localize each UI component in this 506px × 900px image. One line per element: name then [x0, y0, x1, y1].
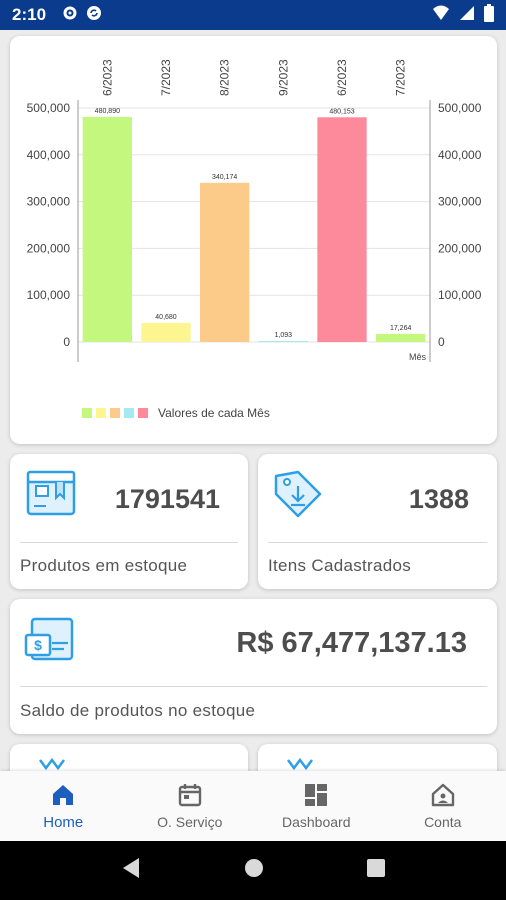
- legend-swatch: [138, 408, 148, 418]
- tag-icon: [270, 468, 326, 520]
- y-tick-label-right: 100,000: [438, 288, 482, 302]
- bar-value-label: 17,264: [390, 325, 412, 332]
- account-icon: [430, 782, 456, 808]
- box-icon: [22, 468, 78, 520]
- x-axis-label: Mês: [409, 352, 427, 362]
- bar-chart: 0 0 100,000 100,000 200,000 200,000 300,000 300…: [27, 59, 482, 362]
- y-tick-label-right: 500,000: [438, 101, 482, 115]
- legend-swatch: [124, 408, 134, 418]
- divider: [20, 686, 487, 687]
- divider: [20, 542, 238, 543]
- balance-value: R$ 67,477,137.13: [236, 627, 467, 659]
- category-label: 8/2023: [218, 59, 232, 96]
- balance-label: Saldo de produtos no estoque: [20, 701, 256, 720]
- money-box-icon: $: [22, 613, 78, 665]
- legend-swatch: [96, 408, 106, 418]
- category-label: 7/2023: [394, 59, 408, 96]
- y-tick-label-right: 200,000: [438, 241, 482, 255]
- status-bar: 2:10: [0, 0, 506, 30]
- system-navigation: [0, 841, 506, 900]
- balance-card[interactable]: $ R$ 67,477,137.13 Saldo de produtos no …: [10, 599, 497, 734]
- category-label: 9/2023: [276, 59, 290, 96]
- home-icon: [50, 782, 76, 808]
- divider: [268, 542, 487, 543]
- y-tick-label-left: 200,000: [27, 241, 71, 255]
- y-tick-label-left: 0: [63, 335, 70, 349]
- bar: [376, 333, 426, 342]
- chart-card: 0 0 100,000 100,000 200,000 200,000 300,000 300…: [10, 36, 497, 444]
- y-tick-label-right: 400,000: [438, 148, 482, 162]
- status-time: 2:10: [12, 5, 47, 24]
- sync-icon: [86, 5, 102, 26]
- bar: [200, 182, 250, 342]
- chart-legend: Valores de cada Mês: [82, 406, 270, 420]
- calendar-icon: [177, 782, 203, 808]
- category-label: 7/2023: [159, 59, 173, 96]
- nav-dashboard-label: Dashboard: [282, 814, 351, 830]
- nav-service-label: O. Serviço: [157, 814, 223, 830]
- y-tick-label-left: 400,000: [27, 148, 71, 162]
- nav-account[interactable]: Conta: [380, 771, 506, 841]
- recents-icon[interactable]: [366, 859, 385, 882]
- signal-icon: [460, 5, 474, 26]
- nav-home-label: Home: [43, 813, 84, 831]
- items-card[interactable]: 1388 Itens Cadastrados: [258, 454, 497, 589]
- y-tick-label-left: 300,000: [27, 195, 71, 209]
- items-value: 1388: [408, 484, 469, 514]
- stock-label: Produtos em estoque: [20, 556, 188, 575]
- home-button-icon[interactable]: [244, 858, 264, 883]
- bar: [317, 117, 367, 343]
- bar-value-label: 40,680: [155, 314, 177, 321]
- nav-dashboard[interactable]: Dashboard: [253, 771, 380, 841]
- nav-service-orders[interactable]: O. Serviço: [127, 771, 254, 841]
- bar-value-label: 1,093: [275, 332, 293, 339]
- category-label: 6/2023: [335, 59, 349, 96]
- category-label: 6/2023: [100, 59, 114, 96]
- stock-value: 1791541: [114, 484, 220, 514]
- wifi-icon: [432, 5, 450, 26]
- dashboard-icon: [303, 782, 329, 808]
- stock-card[interactable]: 1791541 Produtos em estoque: [10, 454, 248, 589]
- bottom-navigation: Home O. Serviço Dashboard Conta: [0, 771, 506, 841]
- battery-icon: [484, 3, 494, 27]
- bar: [258, 341, 308, 342]
- nav-account-label: Conta: [424, 814, 462, 830]
- items-label: Itens Cadastrados: [268, 556, 412, 575]
- y-tick-label-left: 500,000: [27, 101, 71, 115]
- bar-value-label: 480,890: [95, 108, 120, 115]
- y-tick-label-right: 300,000: [438, 195, 482, 209]
- back-icon[interactable]: [121, 857, 141, 884]
- bar-value-label: 340,174: [212, 174, 237, 181]
- y-tick-label-left: 100,000: [27, 288, 71, 302]
- nav-home[interactable]: Home: [0, 771, 127, 841]
- bar-value-label: 480,153: [329, 108, 354, 115]
- legend-swatch: [110, 408, 120, 418]
- settings-icon: [62, 5, 78, 26]
- bar: [141, 322, 191, 342]
- y-tick-label-right: 0: [438, 335, 445, 349]
- svg-text:$: $: [34, 637, 42, 653]
- legend-swatch: [82, 408, 92, 418]
- bar: [82, 116, 132, 342]
- legend-label: Valores de cada Mês: [158, 406, 270, 420]
